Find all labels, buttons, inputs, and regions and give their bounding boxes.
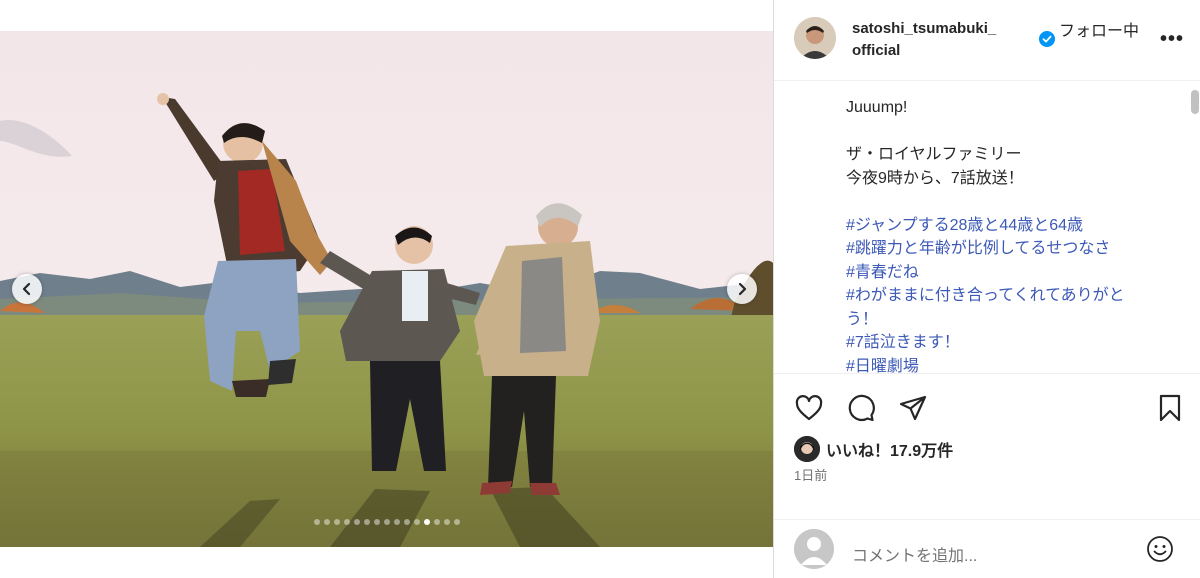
- post-caption: Juuump! ザ・ロイヤルファミリー 今夜9時から、7話放送！ #ジャンプする2…: [846, 96, 1176, 378]
- carousel-dot: [363, 519, 370, 525]
- chevron-left-icon: [22, 282, 31, 296]
- save-bookmark-icon[interactable]: [1155, 393, 1185, 423]
- carousel-dot: [413, 519, 420, 525]
- caption-line: ザ・ロイヤルファミリー: [846, 146, 1022, 163]
- post-header: satoshi_tsumabuki_ official フォロー中 •••: [774, 0, 1200, 81]
- carousel-dot: [403, 519, 410, 525]
- chevron-right-icon: [738, 282, 747, 296]
- post-sidebar: satoshi_tsumabuki_ official フォロー中 ••• Ju…: [773, 0, 1200, 578]
- photo-illustration: [0, 31, 773, 547]
- caption-line: 今夜9時から、7話放送！: [846, 169, 1024, 187]
- carousel-dot: [323, 519, 330, 525]
- likes-row: いいね！17.9万件: [794, 436, 953, 462]
- author-avatar[interactable]: [794, 17, 836, 59]
- current-user-avatar: [794, 529, 834, 569]
- caption-line: [846, 120, 1176, 144]
- carousel-dot: [423, 519, 430, 525]
- hashtag-link[interactable]: #ジャンプする28歳と44歳と64歳: [846, 214, 1176, 238]
- carousel-dot: [453, 519, 460, 525]
- author-username[interactable]: satoshi_tsumabuki_ official: [852, 18, 1032, 62]
- following-button[interactable]: フォロー中: [1059, 17, 1139, 41]
- carousel-dot: [383, 519, 390, 525]
- like-heart-icon[interactable]: [794, 393, 824, 423]
- caption-line: [846, 190, 1176, 214]
- hashtag-link[interactable]: #わがままに付き合ってくれてありがと: [846, 284, 1176, 308]
- carousel-dot: [433, 519, 440, 525]
- carousel-dot: [393, 519, 400, 525]
- hashtag-link[interactable]: #青春だね: [846, 261, 1176, 285]
- user-silhouette-icon: [794, 529, 834, 569]
- next-photo-button[interactable]: [727, 274, 757, 304]
- carousel-dot: [353, 519, 360, 525]
- likes-count[interactable]: いいね！17.9万件: [826, 437, 953, 461]
- emoji-picker-icon[interactable]: [1145, 534, 1175, 564]
- add-comment-row: コメントを追加...: [774, 519, 1200, 574]
- liker-avatar[interactable]: [794, 436, 820, 462]
- comment-input[interactable]: コメントを追加...: [852, 542, 977, 566]
- media-panel: [0, 0, 773, 578]
- post-timestamp[interactable]: 1日前: [794, 465, 827, 484]
- caption-line: Juuump!: [846, 99, 908, 116]
- carousel-dot: [333, 519, 340, 525]
- carousel-dot: [313, 519, 320, 525]
- post-photo[interactable]: [0, 31, 773, 547]
- carousel-indicator: [0, 519, 773, 525]
- carousel-dot: [343, 519, 350, 525]
- avatar-image: [794, 17, 836, 59]
- liker-avatar-image: [794, 436, 820, 462]
- share-send-icon[interactable]: [898, 393, 928, 423]
- hashtag-link[interactable]: #跳躍力と年齢が比例してるせつなさ: [846, 237, 1176, 261]
- hashtag-link[interactable]: う！: [846, 308, 1176, 332]
- caption-scrollbar[interactable]: [1191, 90, 1199, 114]
- action-section: いいね！17.9万件 1日前 コメントを追加...: [774, 373, 1200, 573]
- more-options-button[interactable]: •••: [1160, 28, 1184, 51]
- carousel-dot: [373, 519, 380, 525]
- post-viewer: satoshi_tsumabuki_ official フォロー中 ••• Ju…: [0, 0, 1200, 578]
- verified-badge-icon: [1039, 31, 1055, 47]
- previous-photo-button[interactable]: [12, 274, 42, 304]
- comment-icon[interactable]: [846, 393, 876, 423]
- hashtag-link[interactable]: #7話泣きます！: [846, 331, 1176, 355]
- carousel-dot: [443, 519, 450, 525]
